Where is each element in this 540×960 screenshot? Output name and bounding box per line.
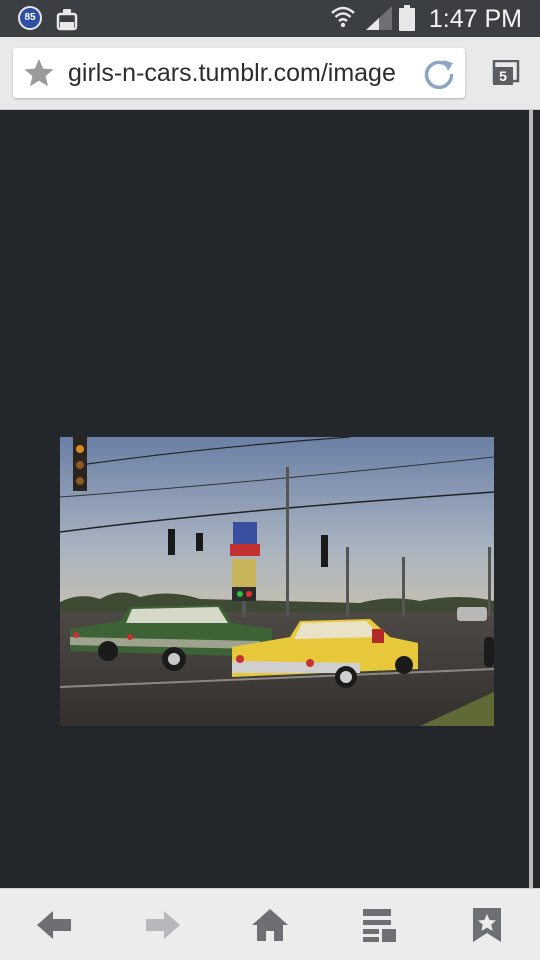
- page-content: [0, 110, 540, 888]
- clipboard-icon: [56, 9, 78, 31]
- bottom-navigation-bar: [0, 888, 540, 960]
- wifi-icon: [331, 6, 355, 28]
- status-bar: 85 1:47 PM: [0, 0, 540, 37]
- bookmark-star-icon[interactable]: [23, 57, 55, 89]
- reload-icon[interactable]: [421, 56, 457, 92]
- car-photo-image: [60, 437, 494, 726]
- signal-icon: [366, 6, 392, 30]
- notification-badge-icon: 85: [18, 6, 42, 30]
- status-time: 1:47 PM: [428, 5, 522, 33]
- scrollbar[interactable]: [529, 110, 533, 888]
- car-photo[interactable]: [60, 437, 494, 726]
- battery-icon: [399, 5, 415, 31]
- url-text[interactable]: girls-n-cars.tumblr.com/image: [68, 59, 413, 87]
- bookmarks-icon[interactable]: [467, 907, 507, 943]
- browser-toolbar: girls-n-cars.tumblr.com/image 5: [0, 37, 540, 110]
- reader-icon[interactable]: [360, 907, 400, 943]
- home-icon[interactable]: [250, 907, 290, 943]
- back-arrow-icon[interactable]: [35, 907, 75, 943]
- url-bar[interactable]: girls-n-cars.tumblr.com/image: [13, 48, 465, 98]
- tabs-count: 5: [493, 67, 513, 85]
- browser-screen: 85 1:47 PM girls-n-cars.tumblr.com/image…: [0, 0, 540, 960]
- tabs-button[interactable]: 5: [486, 60, 520, 88]
- forward-arrow-icon[interactable]: [142, 907, 182, 943]
